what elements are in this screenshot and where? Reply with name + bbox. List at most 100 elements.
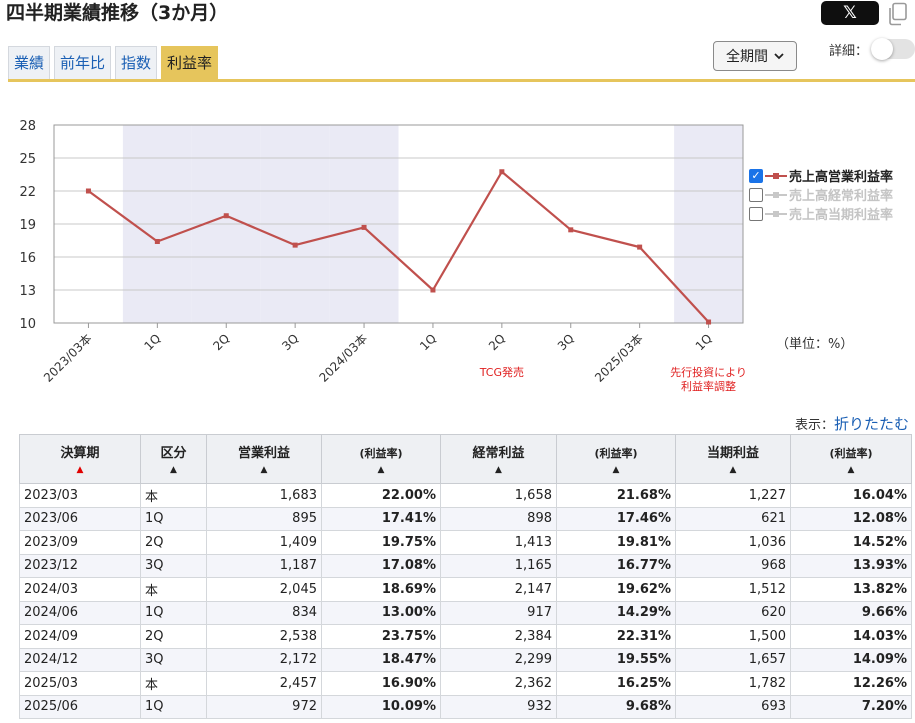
table-cell: 2Q xyxy=(140,624,207,649)
column-header[interactable]: 経常利益 ▲ xyxy=(440,434,557,484)
table-cell: 1,187 xyxy=(206,553,322,578)
table-cell: 895 xyxy=(206,506,322,531)
table-cell: 14.09% xyxy=(790,647,912,672)
data-point xyxy=(706,319,712,325)
x-tick-label: 1Q xyxy=(141,331,163,353)
table-cell: 2,362 xyxy=(440,671,557,696)
table-cell: 834 xyxy=(206,600,322,625)
y-tick-label: 10 xyxy=(19,317,36,332)
sort-arrow-icon[interactable]: ▲ xyxy=(21,465,139,475)
table-cell: 1,036 xyxy=(675,530,791,555)
column-header-label: (利益率) xyxy=(359,447,403,460)
checkbox-unchecked-icon xyxy=(749,187,763,202)
table-cell: 2,457 xyxy=(206,671,322,696)
legend-item-ordinary-margin[interactable]: 売上高経常利益率 xyxy=(749,185,893,204)
column-header-label: 区分 xyxy=(160,446,187,461)
table-cell: 21.68% xyxy=(556,483,676,508)
table-cell: 972 xyxy=(206,694,322,719)
tab-performance[interactable]: 業績 xyxy=(8,46,51,80)
sort-arrow-icon[interactable]: ▲ xyxy=(792,465,910,475)
column-header-label: 経常利益 xyxy=(472,446,525,461)
detail-label: 詳細： xyxy=(829,44,869,59)
sort-arrow-icon[interactable]: ▲ xyxy=(558,465,674,475)
tab-index[interactable]: 指数 xyxy=(115,46,158,80)
column-header[interactable]: (利益率) ▲ xyxy=(556,434,676,484)
table-cell: 693 xyxy=(675,694,791,719)
x-tick-label: 2023/03本 xyxy=(41,331,95,385)
column-header-label: 当期利益 xyxy=(706,446,759,461)
table-cell: 17.46% xyxy=(556,506,676,531)
table-cell: 2023/09 xyxy=(19,530,141,555)
legend-label: 売上高当期利益率 xyxy=(789,208,894,223)
collapse-link[interactable]: 折りたたむ xyxy=(834,415,909,433)
table-cell: 1,409 xyxy=(206,530,322,555)
table-cell: 9.68% xyxy=(556,694,676,719)
table-row: 2025/03 本 2,457 16.90% 2,362 16.25% 1,782 12.26… xyxy=(19,671,912,696)
table-row: 2023/03 本 1,683 22.00% 1,658 21.68% 1,227 16.04… xyxy=(19,483,912,508)
x-share-button[interactable]: 𝕏 xyxy=(821,1,879,25)
legend-label: 売上高経常利益率 xyxy=(789,189,894,204)
column-header[interactable]: (利益率) ▲ xyxy=(321,434,441,484)
table-cell: 1,500 xyxy=(675,624,791,649)
period-select[interactable]: 全期間 xyxy=(713,41,797,71)
column-header[interactable]: 区分 ▲ xyxy=(140,434,207,484)
tab-profit-margin[interactable]: 利益率 xyxy=(161,46,219,80)
x-tick-label: 2Q xyxy=(486,331,508,353)
table-cell: 12.26% xyxy=(790,671,912,696)
table-cell: 2023/06 xyxy=(19,506,141,531)
data-point xyxy=(85,188,91,194)
column-header[interactable]: 営業利益 ▲ xyxy=(206,434,322,484)
column-header[interactable]: 当期利益 ▲ xyxy=(675,434,791,484)
sort-arrow-icon[interactable]: ▲ xyxy=(323,465,439,475)
sort-arrow-icon[interactable]: ▲ xyxy=(677,465,789,475)
x-tick-label: 3Q xyxy=(279,331,301,353)
table-cell: 621 xyxy=(675,506,791,531)
legend-item-operating-margin[interactable]: ✓ 売上高営業利益率 xyxy=(749,166,893,185)
table-cell: 13.82% xyxy=(790,577,912,602)
table-cell: 14.29% xyxy=(556,600,676,625)
table-cell: 18.69% xyxy=(321,577,441,602)
column-header-label: (利益率) xyxy=(594,447,638,460)
legend-item-net-margin[interactable]: 売上高当期利益率 xyxy=(749,204,893,223)
column-header[interactable]: (利益率) ▲ xyxy=(790,434,912,484)
table-cell: 本 xyxy=(140,671,207,696)
table-cell: 968 xyxy=(675,553,791,578)
table-cell: 2,538 xyxy=(206,624,322,649)
table-cell: 9.66% xyxy=(790,600,912,625)
table-cell: 19.55% xyxy=(556,647,676,672)
table-cell: 3Q xyxy=(140,553,207,578)
column-header[interactable]: 決算期 ▲ xyxy=(19,434,141,484)
table-cell: 2,172 xyxy=(206,647,322,672)
legend-swatch-ordinary xyxy=(765,190,787,200)
tab-bar: 業績 前年比 指数 利益率 xyxy=(8,46,219,80)
legend-swatch-net xyxy=(765,209,787,219)
table-row: 2023/09 2Q 1,409 19.75% 1,413 19.81% 1,036 14.5… xyxy=(19,530,912,555)
detail-toggle[interactable] xyxy=(871,38,915,60)
sort-arrow-icon[interactable]: ▲ xyxy=(442,465,555,475)
table-cell: 22.00% xyxy=(321,483,441,508)
table-cell: 2,045 xyxy=(206,577,322,602)
x-tick-label: 2024/03本 xyxy=(317,331,371,385)
copy-icon[interactable] xyxy=(886,2,908,26)
table-cell: 1Q xyxy=(140,694,207,719)
chart-annotation: 利益率調整 xyxy=(681,379,736,393)
table-body: 2023/03 本 1,683 22.00% 1,658 21.68% 1,227 16.04… xyxy=(19,483,912,719)
column-header-label: (利益率) xyxy=(829,447,873,460)
data-point xyxy=(292,242,298,248)
sort-arrow-icon[interactable]: ▲ xyxy=(208,465,320,475)
data-point xyxy=(568,227,574,233)
table-cell: 1,782 xyxy=(675,671,791,696)
sort-arrow-icon[interactable]: ▲ xyxy=(142,465,205,475)
table-cell: 898 xyxy=(440,506,557,531)
table-cell: 16.25% xyxy=(556,671,676,696)
y-tick-label: 19 xyxy=(19,218,36,233)
tab-yoy[interactable]: 前年比 xyxy=(54,46,112,80)
results-table: 決算期 ▲ 区分 ▲ 営業利益 ▲ (利益率) ▲ 経常利益 ▲ (利益率) ▲ 当期利益 ▲ (利益率) ▲… xyxy=(19,434,912,719)
chart-legend: ✓ 売上高営業利益率 売上高経常利益率 売上高当期利益率 xyxy=(749,166,893,223)
data-point xyxy=(430,287,436,293)
data-point xyxy=(361,224,367,230)
table-cell: 1,165 xyxy=(440,553,557,578)
chart-annotation: 先行投資により xyxy=(670,365,747,379)
table-cell: 13.93% xyxy=(790,553,912,578)
table-cell: 2023/12 xyxy=(19,553,141,578)
